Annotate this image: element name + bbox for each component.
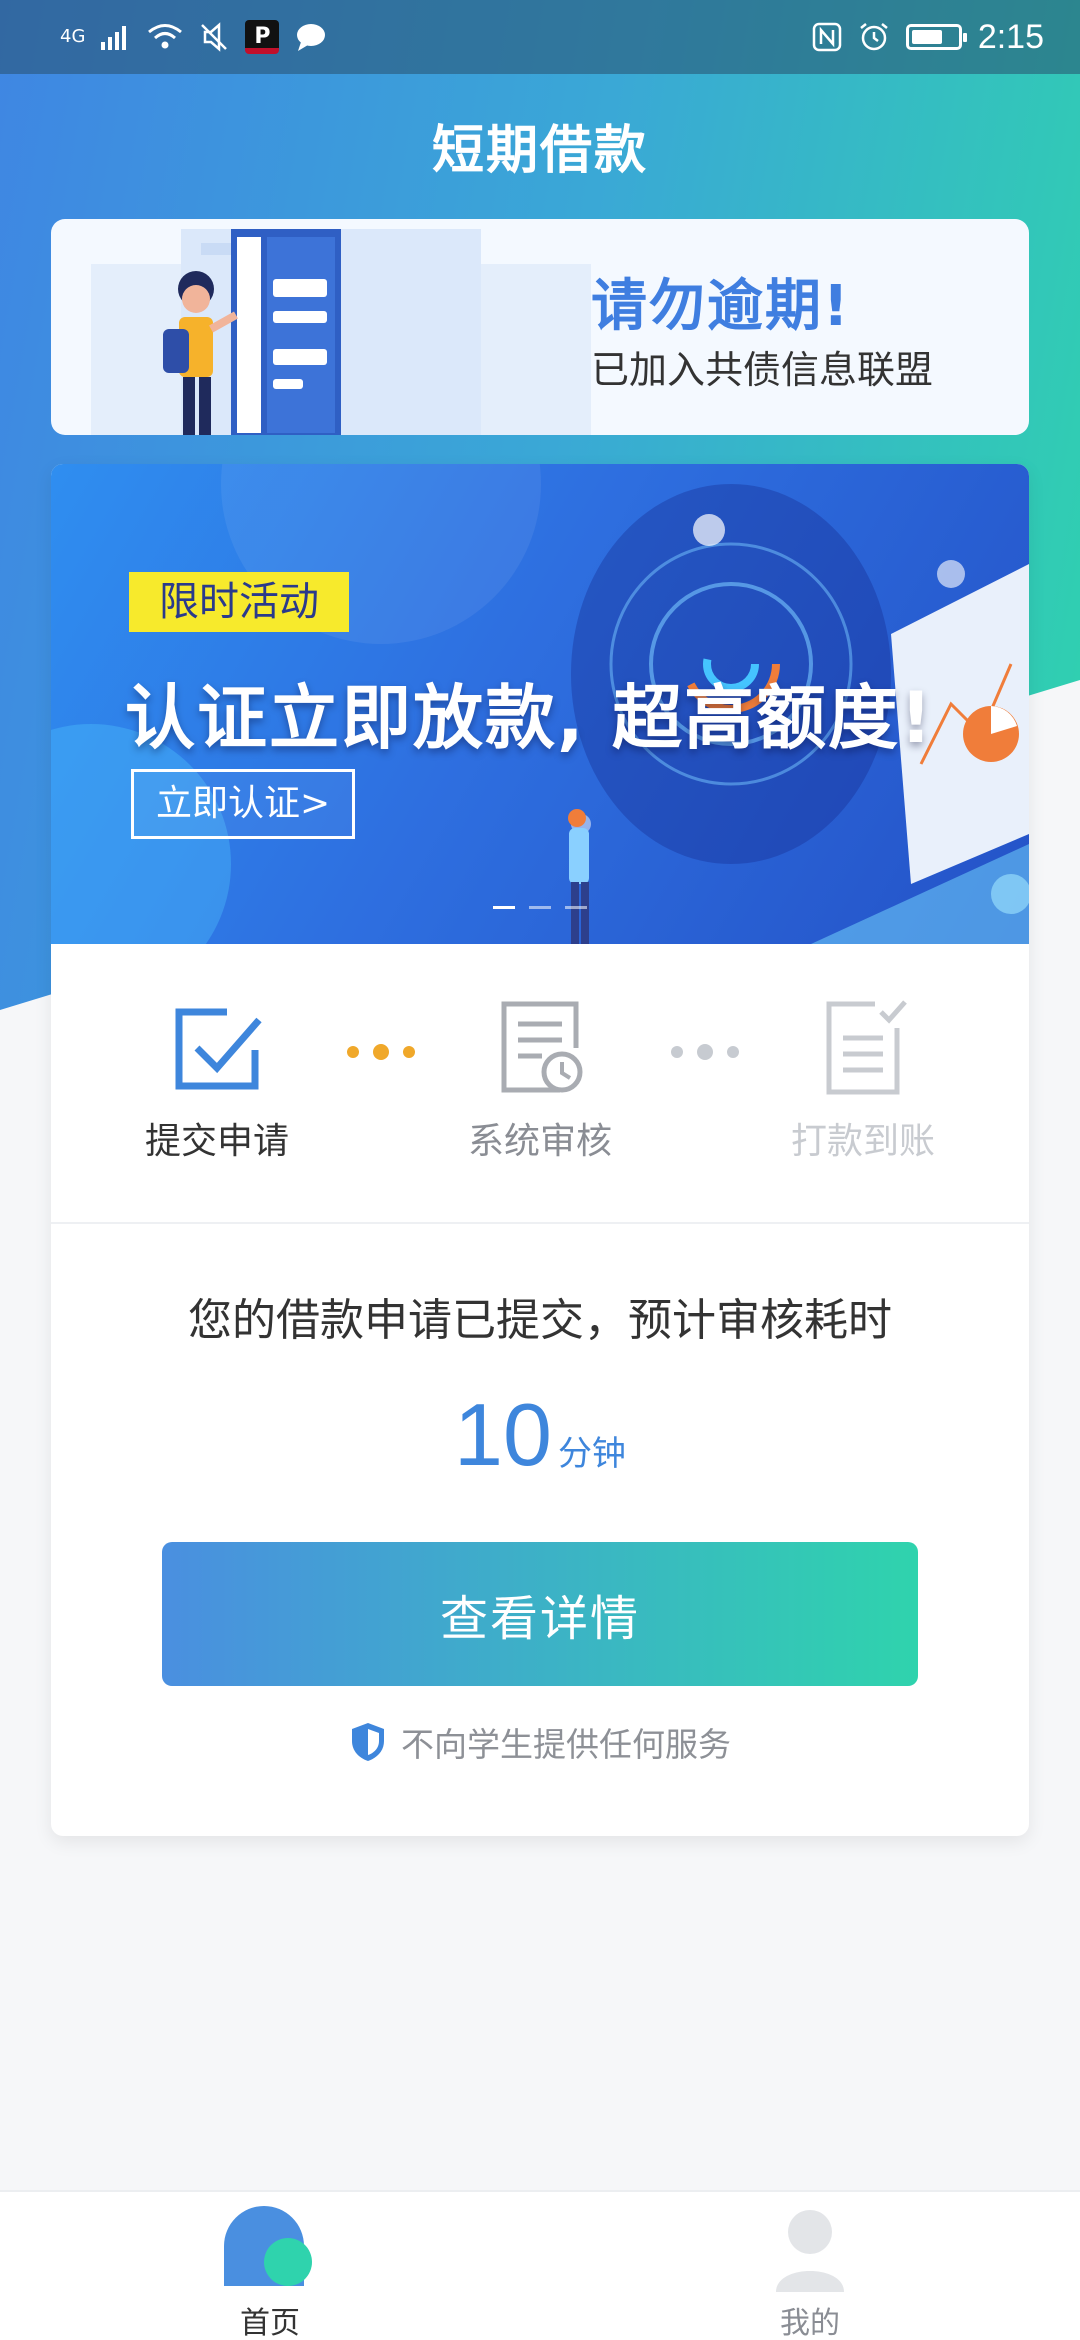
banner-headline: 认证立即放款, 超高额度! [125, 677, 934, 759]
mute-icon [201, 22, 228, 52]
battery-icon [905, 24, 967, 50]
step-connector [347, 1044, 415, 1060]
promo-tag: 限时活动 [129, 572, 349, 632]
notice-card[interactable]: 请勿逾期! 已加入共债信息联盟 [51, 219, 1029, 435]
nav-mine[interactable]: 我的 [710, 2206, 910, 2340]
nav-label: 首页 [240, 2306, 300, 2340]
signal-icon [101, 26, 127, 50]
carousel-indicator [493, 906, 587, 909]
promo-banner[interactable]: 限时活动 认证立即放款, 超高额度! 立即认证> [51, 464, 1029, 944]
profile-icon [776, 2210, 844, 2292]
status-message: 您的借款申请已提交，预计审核耗时 [188, 1295, 892, 1346]
eta-value: 10 [454, 1385, 552, 1484]
verify-now-button[interactable]: 立即认证> [131, 769, 356, 839]
carousel-dot[interactable] [493, 906, 515, 909]
carousel-dot[interactable] [565, 906, 587, 909]
document-check-icon [826, 1000, 907, 1095]
notice-title: 请勿逾期! [591, 274, 851, 339]
step-label: 系统审核 [467, 1121, 612, 1162]
home-icon [224, 2206, 312, 2286]
step-connector [671, 1044, 739, 1060]
carousel-dot[interactable] [529, 906, 551, 909]
step-label: 打款到账 [790, 1121, 935, 1162]
step-submit: 提交申请 [117, 998, 317, 1164]
step-label: 提交申请 [144, 1121, 289, 1162]
clock: 2:15 [977, 17, 1044, 56]
progress-steps: 提交申请 系统审核 打款到账 [51, 944, 1029, 1224]
disclaimer: 不向学生提供任何服务 [51, 1718, 1029, 1766]
nav-label: 我的 [780, 2306, 840, 2340]
network-type-label: 4G [60, 26, 86, 47]
review-eta: 10 分钟 [51, 1384, 1029, 1486]
nfc-icon [812, 22, 842, 52]
document-clock-icon [501, 1001, 583, 1093]
bottom-navigation: 首页 我的 [0, 2190, 1080, 2340]
step-review: 系统审核 [440, 998, 640, 1164]
checkbox-icon [175, 1008, 262, 1090]
shield-icon [352, 1723, 384, 1761]
eta-unit: 分钟 [557, 1434, 626, 1474]
disclaimer-text: 不向学生提供任何服务 [401, 1725, 731, 1764]
status-right: 2:15 [812, 18, 1044, 57]
status-bar: 4G P 2:15 [0, 0, 1080, 74]
alarm-icon [860, 23, 888, 51]
page-title: 短期借款 [431, 121, 648, 181]
status-left: 4G P [60, 20, 327, 54]
message-icon [297, 24, 326, 51]
wifi-icon [148, 24, 183, 49]
notice-subtitle: 已加入共债信息联盟 [591, 348, 934, 392]
step-payout: 打款到账 [763, 998, 963, 1164]
loan-status-card: 限时活动 认证立即放款, 超高额度! 立即认证> 提交申请 系统审核 打款到账 … [51, 464, 1029, 1836]
app-notification-icon: P [245, 20, 280, 54]
notice-illustration [91, 229, 591, 435]
nav-home[interactable]: 首页 [170, 2206, 370, 2340]
view-details-button[interactable]: 查看详情 [162, 1542, 918, 1686]
